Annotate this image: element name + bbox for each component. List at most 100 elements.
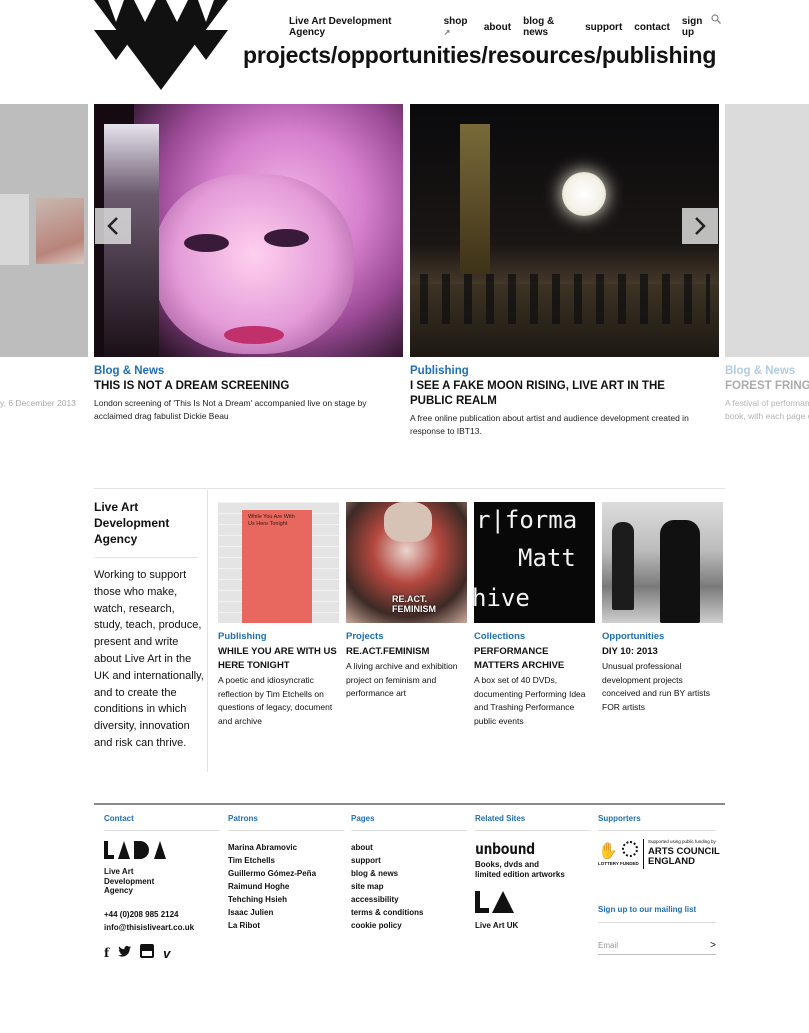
carousel-prev-button[interactable] xyxy=(95,208,131,244)
carousel-partial-left-image[interactable] xyxy=(0,104,88,357)
arts-council-circle-icon xyxy=(622,841,638,857)
slide-category[interactable]: Blog & News xyxy=(94,365,403,377)
footer-heading: Supporters xyxy=(598,814,716,831)
feature-title[interactable]: DIY 10: 2013 xyxy=(602,645,723,659)
patron-link[interactable]: Raimund Hoghe xyxy=(228,880,344,893)
footer-divider xyxy=(94,803,725,805)
nav-support[interactable]: support xyxy=(585,22,622,33)
feature-description: A box set of 40 DVDs, documenting Perfor… xyxy=(474,675,586,726)
patrons-list: Marina Abramovic Tim Etchells Guillermo … xyxy=(228,841,344,932)
twitter-icon[interactable] xyxy=(118,944,132,962)
page-link[interactable]: cookie policy xyxy=(351,919,467,932)
slide-description: A free online publication about artist a… xyxy=(410,413,689,436)
about-text: Working to support those who make, watch… xyxy=(94,569,204,749)
page-link[interactable]: terms & conditions xyxy=(351,906,467,919)
feature-category[interactable]: Publishing xyxy=(218,631,339,642)
feature-category[interactable]: Projects xyxy=(346,631,467,642)
page-link[interactable]: blog & news xyxy=(351,867,467,880)
slide-category[interactable]: Publishing xyxy=(410,365,719,377)
lottery-funded-label: LOTTERY FUNDED xyxy=(598,861,639,866)
slide-description-line: book, with each page o xyxy=(725,411,809,421)
lottery-hand-icon: ✋ xyxy=(598,843,618,860)
youtube-icon[interactable] xyxy=(140,943,155,963)
carousel-slide[interactable]: Blog & News THIS IS NOT A DREAM SCREENIN… xyxy=(94,104,403,423)
feature-category[interactable]: Collections xyxy=(474,631,595,642)
feature-description: A poetic and idiosyncratic reflection by… xyxy=(218,675,333,726)
facebook-icon[interactable]: f xyxy=(104,946,109,960)
about-divider xyxy=(94,557,198,558)
slide-title[interactable]: FOREST FRINGE, xyxy=(725,379,809,394)
footer-lada-logo[interactable] xyxy=(104,841,220,859)
feature-category[interactable]: Opportunities xyxy=(602,631,723,642)
ace-small-text: Supported using public funding by xyxy=(648,839,716,844)
live-art-uk-logo[interactable] xyxy=(475,891,591,913)
feature-title[interactable]: RE.ACT.FEMINISM xyxy=(346,645,467,659)
arts-council-logo[interactable]: ✋ LOTTERY FUNDED Supported using public … xyxy=(598,839,720,873)
book-cover-title: While You Are With Us Here Tonight xyxy=(248,514,295,527)
feature-image[interactable] xyxy=(602,502,723,623)
patron-link[interactable]: Marina Abramovic xyxy=(228,841,344,854)
email-input[interactable]: Email xyxy=(598,941,618,950)
patron-link[interactable]: Tim Etchells xyxy=(228,854,344,867)
footer-email[interactable]: info@thisisliveart.co.uk xyxy=(104,921,220,934)
carousel-partial-right[interactable]: Blog & News FOREST FRINGE, A festival of… xyxy=(725,104,809,423)
slide-category[interactable]: Blog & News xyxy=(725,365,809,377)
footer-heading: Pages xyxy=(351,814,467,831)
top-nav: Live Art Development Agency shop ↗ about… xyxy=(289,14,724,38)
vimeo-icon[interactable]: v xyxy=(163,946,170,961)
page-link[interactable]: support xyxy=(351,854,467,867)
carousel-slide[interactable]: Publishing I SEE A FAKE MOON RISING, LIV… xyxy=(410,104,719,438)
pages-list: about support blog & news site map acces… xyxy=(351,841,467,932)
nav-contact[interactable]: contact xyxy=(634,22,670,33)
lada-logo[interactable] xyxy=(94,0,228,90)
patron-link[interactable]: Guillermo Gómez-Peña xyxy=(228,867,344,880)
tagline: projects/opportunities/resources/publish… xyxy=(243,42,717,68)
ace-name: ARTS COUNCIL ENGLAND xyxy=(648,846,720,867)
email-submit-button[interactable]: > xyxy=(710,940,716,951)
section-divider xyxy=(94,488,725,489)
slide-image[interactable] xyxy=(94,104,403,357)
footer-related-sites: Related Sites unbound Books, dvds and li… xyxy=(475,814,591,931)
feature-image[interactable]: While You Are With Us Here Tonight xyxy=(218,502,339,623)
nav-blog-news[interactable]: blog & news xyxy=(523,16,573,38)
feature-image[interactable]: RE.ACT. FEMINISM xyxy=(346,502,467,623)
slide-description: London screening of 'This Is Not a Dream… xyxy=(94,398,367,421)
nav-about[interactable]: about xyxy=(484,22,511,33)
nav-sign-up[interactable]: sign up xyxy=(682,16,712,38)
archive-image-text: Matt xyxy=(518,544,576,572)
footer-pages: Pages about support blog & news site map… xyxy=(351,814,467,932)
footer-patrons: Patrons Marina Abramovic Tim Etchells Gu… xyxy=(228,814,344,932)
feature-image[interactable]: r|forma Matt hive xyxy=(474,502,595,623)
feature-card[interactable]: RE.ACT. FEMINISM Projects RE.ACT.FEMINIS… xyxy=(346,502,467,701)
search-icon[interactable] xyxy=(711,14,721,24)
slide-image[interactable] xyxy=(410,104,719,357)
react-feminism-logo: RE.ACT. FEMINISM xyxy=(392,594,436,614)
slide-title[interactable]: I SEE A FAKE MOON RISING, LIVE ART IN TH… xyxy=(410,379,700,409)
patron-link[interactable]: La Ribot xyxy=(228,919,344,932)
vertical-divider xyxy=(207,490,208,772)
social-links: f v xyxy=(104,943,220,963)
nav-org-name[interactable]: Live Art Development Agency xyxy=(289,16,409,38)
feature-description: A living archive and exhibition project … xyxy=(346,661,458,698)
slide-description-line: A festival of performan xyxy=(725,398,809,408)
feature-card[interactable]: r|forma Matt hive Collections PERFORMANC… xyxy=(474,502,595,728)
patron-link[interactable]: Isaac Julien xyxy=(228,906,344,919)
page-link[interactable]: accessibility xyxy=(351,893,467,906)
feature-card[interactable]: Opportunities DIY 10: 2013 Unusual profe… xyxy=(602,502,723,714)
nav-shop[interactable]: shop ↗ xyxy=(444,16,472,38)
feature-title[interactable]: WHILE YOU ARE WITH US HERE TONIGHT xyxy=(218,645,339,673)
live-art-uk-label[interactable]: Live Art UK xyxy=(475,921,591,931)
external-link-icon: ↗ xyxy=(443,28,451,37)
carousel-next-button[interactable] xyxy=(682,208,718,244)
unbound-logo[interactable]: unbound xyxy=(475,840,591,858)
slide-title[interactable]: THIS IS NOT A DREAM SCREENING xyxy=(94,379,403,394)
patron-link[interactable]: Tehching Hsieh xyxy=(228,893,344,906)
footer-phone: +44 (0)208 985 2124 xyxy=(104,909,179,919)
carousel-partial-left-date: y, 6 December 2013 xyxy=(0,398,76,408)
page-link[interactable]: about xyxy=(351,841,467,854)
page-link[interactable]: site map xyxy=(351,880,467,893)
feature-title[interactable]: PERFORMANCE MATTERS ARCHIVE xyxy=(474,645,595,673)
live-art-uk-logo-icon xyxy=(475,891,514,913)
feature-card[interactable]: While You Are With Us Here Tonight Publi… xyxy=(218,502,339,728)
footer-contact: Contact Live Art Development Agency +44 … xyxy=(104,814,220,963)
